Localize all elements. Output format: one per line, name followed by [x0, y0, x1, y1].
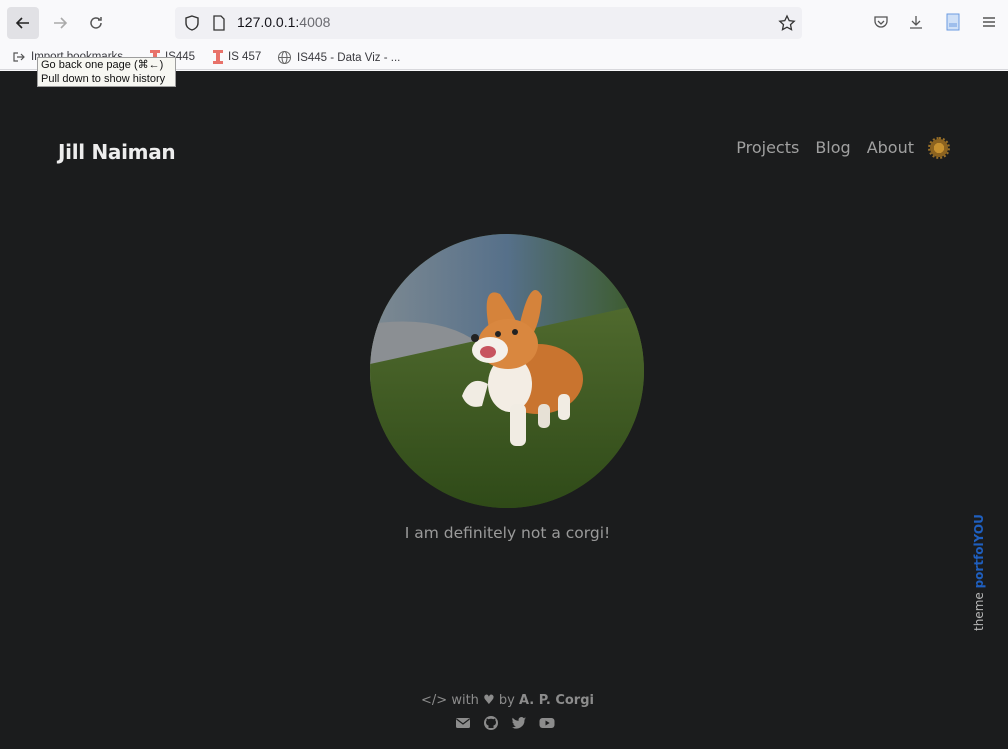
corgi-photo — [370, 234, 644, 508]
social-links — [455, 715, 555, 731]
reader-button[interactable] — [943, 12, 963, 32]
tooltip-line: Pull down to show history — [41, 73, 166, 85]
bookmark-label: IS445 - Data Viz - ... — [297, 51, 401, 64]
url-bar[interactable]: 127.0.0.1:4008 — [175, 7, 802, 39]
document-icon — [946, 13, 960, 31]
hamburger-menu-icon — [983, 17, 995, 27]
avatar-caption: I am definitely not a corgi! — [404, 524, 611, 542]
reload-icon — [90, 17, 102, 29]
sun-icon[interactable] — [928, 136, 950, 159]
tooltip-line: Go back one page (⌘←) — [41, 59, 164, 71]
pocket-button[interactable] — [871, 12, 891, 32]
url-text[interactable]: 127.0.0.1:4008 — [237, 14, 330, 30]
nav-blog[interactable]: Blog — [815, 138, 850, 157]
theme-credit-brand: portfolYOU — [972, 514, 986, 589]
youtube-icon[interactable] — [539, 715, 555, 731]
avatar — [370, 234, 644, 508]
bookmark-is457[interactable]: IS 457 — [213, 50, 261, 64]
site-nav: Projects Blog About — [736, 136, 950, 159]
back-button[interactable] — [7, 7, 39, 39]
forward-button[interactable] — [44, 7, 76, 39]
nav-projects[interactable]: Projects — [736, 138, 799, 157]
code-icon: </> — [421, 693, 448, 708]
reload-button[interactable] — [80, 7, 112, 39]
footer-author[interactable]: A. P. Corgi — [519, 693, 594, 708]
pocket-icon — [874, 16, 888, 28]
footer-credit: </> with ♥ by A. P. Corgi — [0, 693, 1008, 708]
import-icon — [13, 52, 25, 62]
bookmark-is445-dataviz[interactable]: IS445 - Data Viz - ... — [277, 50, 400, 65]
star-icon[interactable] — [778, 14, 796, 32]
back-button-tooltip: Go back one page (⌘←) Pull down to show … — [37, 57, 176, 87]
web-page: Jill Naiman Projects Blog About I am def… — [0, 71, 1008, 749]
globe-icon — [278, 51, 291, 64]
illinois-icon — [213, 50, 223, 64]
menu-button[interactable] — [979, 12, 999, 32]
url-host: 127.0.0.1: — [237, 14, 300, 30]
footer-with: with — [451, 693, 479, 708]
shield-icon[interactable] — [183, 14, 201, 32]
page-icon — [213, 15, 225, 31]
nav-about[interactable]: About — [867, 138, 914, 157]
download-icon — [910, 16, 922, 29]
footer-by: by — [498, 693, 515, 708]
heart-icon: ♥ — [483, 693, 495, 708]
arrow-right-icon — [54, 17, 68, 29]
arrow-left-icon — [15, 17, 29, 29]
site-title[interactable]: Jill Naiman — [58, 140, 176, 164]
theme-credit-prefix: theme — [972, 588, 986, 631]
envelope-icon[interactable] — [455, 715, 471, 731]
twitter-icon[interactable] — [511, 715, 527, 731]
downloads-button[interactable] — [906, 12, 926, 32]
bookmark-label: IS 457 — [228, 51, 262, 63]
github-icon[interactable] — [483, 715, 499, 731]
browser-toolbar: 127.0.0.1:4008 — [0, 0, 1008, 46]
url-port: 4008 — [299, 14, 331, 30]
